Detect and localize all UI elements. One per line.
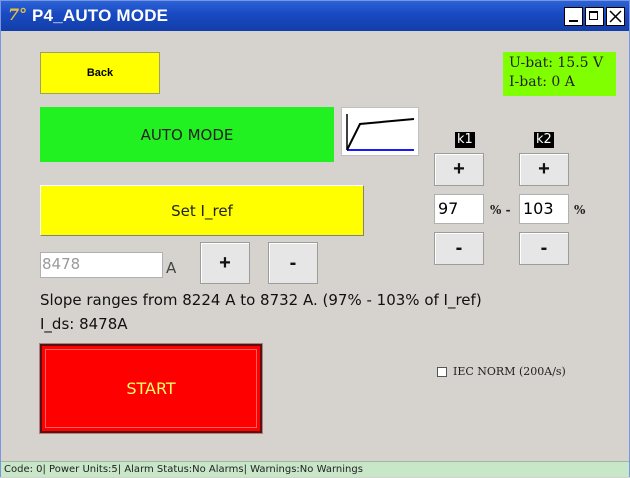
iref-plus-button[interactable]: +	[200, 242, 250, 284]
k1-unit: % -	[490, 203, 511, 217]
battery-voltage: U-bat: 15.5 V	[509, 55, 604, 71]
k2-label: k2	[534, 132, 554, 148]
auto-mode-indicator[interactable]: AUTO MODE	[40, 107, 334, 162]
k2-plus-button[interactable]: +	[519, 153, 569, 186]
iref-minus-button[interactable]: -	[268, 242, 318, 284]
maximize-button[interactable]	[585, 7, 604, 26]
k2-minus-button[interactable]: -	[519, 232, 569, 265]
app-logo-icon: 7°	[8, 5, 28, 24]
iec-norm-option[interactable]: IEC NORM (200A/s)	[437, 365, 566, 378]
battery-status: U-bat: 15.5 V I-bat: 0 A	[503, 52, 616, 96]
iref-unit: A	[166, 259, 177, 277]
back-button[interactable]: Back	[40, 52, 160, 94]
iec-norm-label: IEC NORM (200A/s)	[453, 365, 566, 378]
k2-unit: %	[574, 203, 586, 217]
app-window: 7° P4_AUTO MODE Back U-bat: 15.5 V I-bat…	[0, 0, 630, 477]
close-icon	[609, 10, 622, 23]
iec-norm-checkbox[interactable]	[437, 366, 447, 377]
ids-text: I_ds: 8478A	[40, 315, 128, 333]
title-bar[interactable]: 7° P4_AUTO MODE	[1, 1, 629, 31]
k1-label: k1	[455, 132, 475, 148]
start-button[interactable]: START	[39, 343, 263, 434]
start-button-inner-border	[45, 349, 257, 428]
status-bar: Code: 0| Power Units:5| Alarm Status:No …	[1, 461, 629, 477]
k1-plus-button[interactable]: +	[434, 153, 484, 186]
k1-minus-button[interactable]: -	[434, 232, 484, 265]
ramp-curve-icon	[341, 107, 419, 156]
window-title: P4_AUTO MODE	[32, 6, 169, 25]
minimize-button[interactable]	[564, 7, 583, 26]
iref-input[interactable]: 8478	[40, 252, 163, 278]
k2-input[interactable]: 103	[519, 194, 569, 224]
set-iref-button[interactable]: Set I_ref	[40, 185, 364, 236]
k1-input[interactable]: 97	[434, 194, 484, 224]
battery-current: I-bat: 0 A	[509, 74, 575, 90]
close-button[interactable]	[606, 7, 625, 26]
slope-range-text: Slope ranges from 8224 A to 8732 A. (97%…	[40, 291, 482, 309]
